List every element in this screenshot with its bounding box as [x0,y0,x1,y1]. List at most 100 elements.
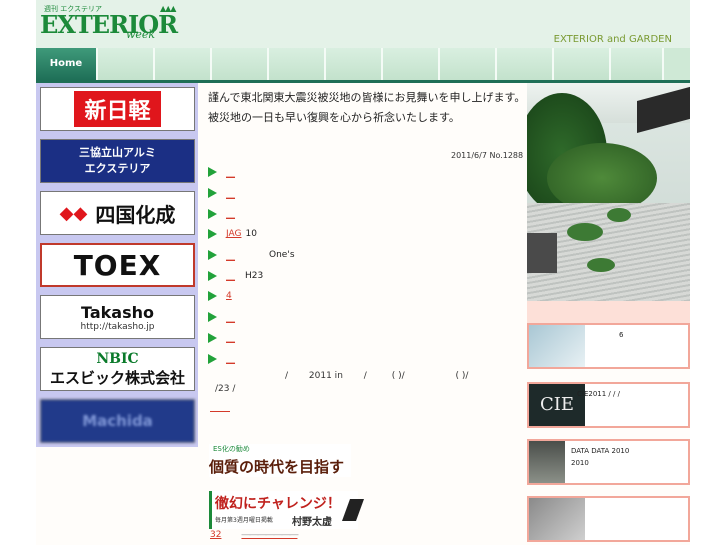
pen-icon [341,499,365,521]
news-link[interactable]: ＿ [226,352,235,365]
sponsor-label: 新日軽 [74,91,161,127]
issue-link-32[interactable]: 32 ――――――― [210,530,298,540]
link-underline[interactable] [210,411,230,412]
site-logo[interactable]: 週刊 エクステリア EXTERIOR week ▲▲▲ [40,4,180,41]
news-link[interactable]: JAG [226,229,241,239]
list-item: ＿ One's [208,245,528,266]
list-item: ＿ [208,307,528,328]
news-link[interactable]: ＿ [226,166,235,179]
banner-title: 徹幻にチャレンジ！ [215,496,341,512]
feature-card[interactable]: 6 [527,323,690,369]
sponsor-sidebar: 新日軽 三協立山アルミ エクステリア ◆◆ 四国化成 TOEX Takasho … [36,83,198,447]
card-header-band [527,301,690,323]
news-list: ＿ ＿ ＿ JAG 10 ＿ One's ＿ H23 4 ＿ ＿ ＿ [208,162,528,369]
list-item: ＿ [208,162,528,183]
arrow-right-icon [208,229,217,240]
arrow-right-icon [208,291,217,302]
news-link[interactable]: ＿ [226,311,235,324]
nav-tab[interactable] [554,48,611,80]
column-banner-es[interactable]: ES化の勧め 個質の時代を目指す [209,444,351,477]
news-link[interactable]: ＿ [226,331,235,344]
nav-tab[interactable] [440,48,497,80]
nav-tab[interactable] [155,48,212,80]
sponsor-banner-sbic[interactable]: NBIC エスビック株式会社 [40,347,195,391]
banner-caption: ES化の勧め [213,445,250,453]
sponsor-banner-takasho[interactable]: Takasho http://takasho.jp [40,295,195,339]
photo-rock [527,233,557,273]
list-item: ＿ [208,328,528,349]
sponsor-label: Takasho [81,302,154,322]
card-text: DATA DATA 2010 2010 [571,445,629,469]
sponsor-banner-machida[interactable]: Machida [40,399,195,443]
nav-tab[interactable] [212,48,269,80]
list-item: 4 [208,286,528,307]
card-text-line: DATA DATA 2010 [571,447,630,455]
footer-segment: / [285,371,289,381]
nav-tab[interactable] [326,48,383,80]
condolence-message: 謹んで東北関東大震災被災地の皆様にお見舞いを申し上げます。 被災地の一日も早い復… [208,88,525,128]
card-thumbnail [529,325,585,367]
news-link[interactable]: ＿ [226,187,235,200]
card-thumbnail [529,498,585,540]
banner-title: 個質の時代を目指す [209,458,345,476]
sponsor-banner-shikoku[interactable]: ◆◆ 四国化成 [40,191,195,235]
news-link[interactable]: ＿ [226,249,235,262]
news-link[interactable]: 4 [226,291,232,301]
nav-tab[interactable] [611,48,664,80]
news-text: One's [269,250,295,261]
sponsor-label: 四国化成 [95,202,176,227]
nav-tab[interactable] [98,48,155,80]
nav-tab-home[interactable]: Home [36,48,98,80]
page-container: 週刊 エクステリア EXTERIOR week ▲▲▲ EXTERIOR and… [36,0,690,545]
feature-card[interactable]: CIE CIE2011 / / / [527,382,690,428]
news-link[interactable]: ＿ [226,207,235,220]
sponsor-banner-shinnikkei[interactable]: 新日軽 [40,87,195,131]
arrow-right-icon [208,167,217,178]
card-text: CIE2011 / / / [577,390,620,398]
column-banner-challenge[interactable]: 徹幻にチャレンジ！ 毎月第3週月曜日掲載 村野太虚 [209,491,365,529]
banner-caption: 毎月第3週月曜日掲載 [215,517,273,524]
news-link[interactable]: ＿ [226,269,235,282]
arrow-right-icon [208,250,217,261]
card-thumbnail [529,441,565,483]
arrow-right-icon [208,188,217,199]
photo-shrub [567,223,603,241]
news-text: 10 [245,229,257,240]
dotted-rule: ――――――― [241,530,298,540]
news-footer-text: / 2011 in / ( )/ ( )/ /23 / [215,370,515,396]
sponsor-label: エスビック株式会社 [49,368,185,387]
garden-photo [527,83,690,301]
link-label: 32 [210,530,222,540]
list-item: ＿ [208,348,528,369]
news-text: H23 [245,270,264,281]
arrow-right-icon [208,270,217,281]
sponsor-label: 三協立山アルミ [79,146,156,159]
shikoku-logo-icon: ◆◆ [59,202,88,224]
card-text-line: 2010 [571,459,589,467]
list-item: ＿ [208,183,528,204]
arrow-right-icon [208,332,217,343]
sponsor-banner-sankyo[interactable]: 三協立山アルミ エクステリア [40,139,195,183]
issue-date: 2011/6/7 No.1288 [451,151,524,160]
nav-tab[interactable] [269,48,326,80]
list-item: JAG 10 [208,224,528,245]
nav-tab[interactable] [383,48,440,80]
arrow-right-icon [208,208,217,219]
sponsor-banner-toex[interactable]: TOEX [40,243,195,287]
nav-tab[interactable] [497,48,554,80]
site-header: 週刊 エクステリア EXTERIOR week ▲▲▲ EXTERIOR and… [36,0,690,48]
list-item: ＿ [208,203,528,224]
arrow-right-icon [208,312,217,323]
photo-shrub [607,208,631,222]
feature-card[interactable] [527,496,690,542]
footer-segment: ( )/ [391,371,405,381]
sponsor-label: NBIC [96,350,139,367]
feature-card[interactable]: DATA DATA 2010 2010 [527,439,690,485]
footer-segment: 2011 in [308,371,343,381]
list-item: ＿ H23 [208,265,528,286]
logo-script: week [126,28,156,41]
sponsor-label: エクステリア [84,162,151,175]
footer-line: /23 / [215,384,236,394]
sponsor-url: http://takasho.jp [80,321,155,332]
site-tagline: EXTERIOR and GARDEN [553,34,672,45]
